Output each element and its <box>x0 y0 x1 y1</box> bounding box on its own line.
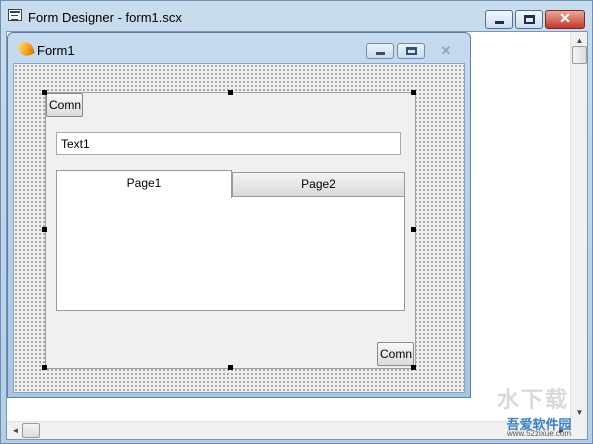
selection-handle-bottom-left[interactable] <box>42 365 47 370</box>
watermark-url: www.52zixue.com <box>506 429 572 438</box>
form-designer-window: Form Designer - form1.scx ✕ Form1 ✕ Comn… <box>0 0 593 444</box>
horizontal-scroll-thumb[interactable] <box>22 423 40 438</box>
selection-handle-bottom-center[interactable] <box>228 365 233 370</box>
vertical-scrollbar[interactable]: ▲ ▼ <box>570 32 587 421</box>
vertical-scroll-thumb[interactable] <box>572 46 587 64</box>
selection-handle-top-left[interactable] <box>42 90 47 95</box>
selected-container[interactable]: Comn Text1 Page1 Page2 Comn <box>45 92 416 369</box>
tab-page2[interactable]: Page2 <box>232 172 405 197</box>
command-button-top[interactable]: Comn <box>46 93 83 117</box>
form1-title: Form1 <box>37 43 75 58</box>
designer-canvas[interactable]: Form1 ✕ Comn Text1 Page1 Page2 Comn ▲ ▼ … <box>6 31 588 440</box>
selection-handle-top-right[interactable] <box>411 90 416 95</box>
page-frame[interactable]: Page1 Page2 <box>56 170 405 311</box>
maximize-icon <box>524 15 535 24</box>
minimize-button[interactable] <box>485 10 513 29</box>
watermark: 水下载 吾爱软件园 www.52zixue.com <box>474 382 592 442</box>
selection-handle-bottom-right[interactable] <box>411 365 416 370</box>
maximize-icon <box>406 47 417 55</box>
tab-page1[interactable]: Page1 <box>56 170 232 198</box>
form1-design-grid[interactable]: Comn Text1 Page1 Page2 Comn <box>13 63 465 393</box>
maximize-button[interactable] <box>515 10 543 29</box>
command-button-bottom[interactable]: Comn <box>377 342 414 366</box>
window-title: Form Designer - form1.scx <box>28 10 182 25</box>
selection-handle-middle-right[interactable] <box>411 227 416 232</box>
close-button[interactable]: ✕ <box>545 10 585 29</box>
text-box[interactable]: Text1 <box>56 132 401 155</box>
selection-handle-middle-left[interactable] <box>42 227 47 232</box>
form1-window[interactable]: Form1 ✕ Comn Text1 Page1 Page2 Comn <box>7 32 471 398</box>
form-designer-icon <box>8 9 22 21</box>
selection-handle-top-center[interactable] <box>228 90 233 95</box>
form1-close-button[interactable]: ✕ <box>428 43 464 59</box>
page-body[interactable] <box>56 196 405 311</box>
minimize-icon <box>495 21 504 24</box>
form-designer-titlebar[interactable]: Form Designer - form1.scx ✕ <box>1 1 592 31</box>
form1-maximize-button[interactable] <box>397 43 425 59</box>
vfp-fox-icon <box>17 40 35 58</box>
watermark-logo: 水下载 <box>496 387 569 412</box>
close-icon: ✕ <box>440 43 452 58</box>
form1-minimize-button[interactable] <box>366 43 394 59</box>
close-icon: ✕ <box>559 10 571 26</box>
minimize-icon <box>376 52 385 55</box>
